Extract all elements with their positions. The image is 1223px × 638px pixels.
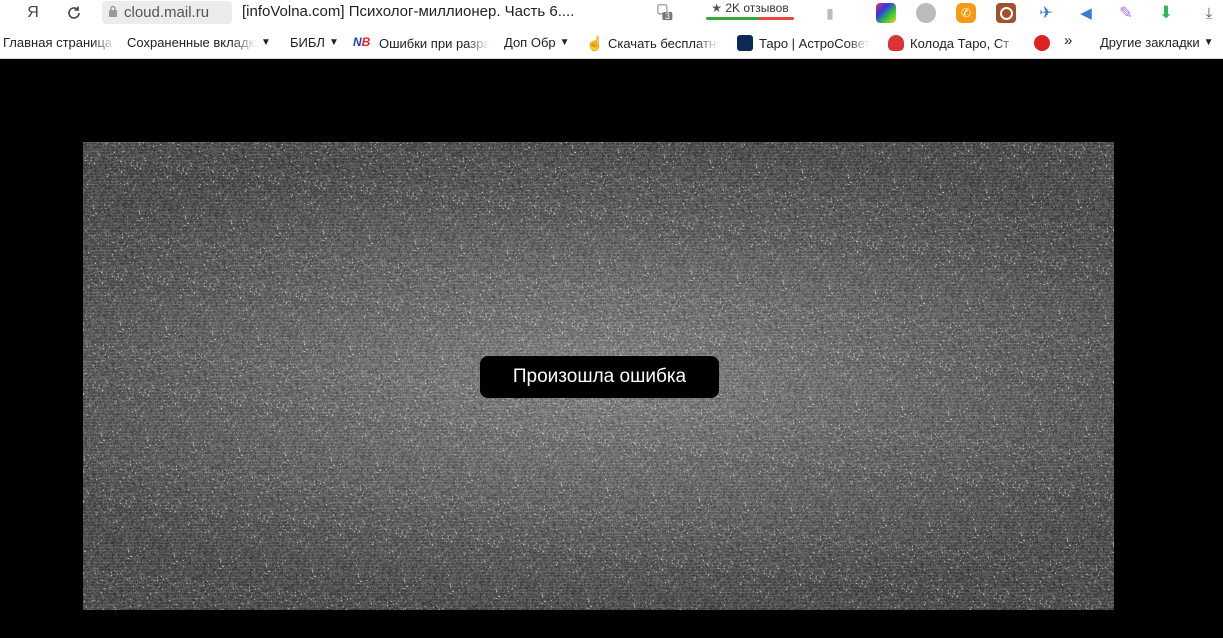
reviews-rating-bar	[706, 17, 794, 20]
chevron-down-icon: ▼	[328, 37, 339, 48]
hand-icon: ☝	[586, 35, 604, 51]
lock-icon	[108, 5, 118, 20]
bookmark-item[interactable]: Главная страница	[3, 35, 115, 50]
chevron-down-icon: ▼	[559, 37, 570, 48]
bookmarks-bar: Главная страница Сохраненные вкладки ▼ Б…	[0, 26, 1223, 59]
star-icon: ★	[711, 1, 723, 15]
feather-extension-icon[interactable]: ✎	[1116, 3, 1136, 23]
browser-toolbar: Я cloud.mail.ru [infoVolna.com] Психолог…	[0, 0, 1223, 26]
bookmark-label: Доп Обр	[504, 35, 556, 50]
bookmark-item[interactable]	[1034, 35, 1056, 51]
astro-icon	[737, 35, 753, 51]
globe-extension-icon[interactable]	[916, 3, 936, 23]
chevron-down-icon: ▼	[261, 37, 271, 48]
bookmark-item[interactable]: Колода Таро, Ст	[888, 35, 1026, 51]
instagram-extension-icon[interactable]	[996, 3, 1016, 23]
reload-glyph	[68, 6, 80, 19]
bookmark-folder[interactable]: БИБЛ ▼	[290, 35, 342, 50]
page-title: [infoVolna.com] Психолог-миллионер. Част…	[242, 3, 575, 20]
bookmark-item[interactable]: ☝ Скачать бесплатно	[586, 35, 724, 51]
error-message-box: Произошла ошибка	[480, 356, 719, 398]
yandex-logo-text: Я	[27, 4, 39, 21]
download-arrow-extension-icon[interactable]: ⬇	[1156, 3, 1176, 23]
bookmark-folder[interactable]: Сохраненные вкладки ▼	[127, 35, 275, 50]
reviews-label: 2K отзывов	[725, 1, 789, 15]
other-bookmarks-folder[interactable]: Другие закладки ▼	[1100, 35, 1222, 50]
bookmark-label: Колода Таро, Ст	[910, 35, 1010, 51]
bookmark-folder[interactable]: Доп Обр ▼	[504, 35, 574, 50]
bookmark-label: Скачать бесплатно	[608, 35, 718, 51]
yandex-logo-icon[interactable]: Я	[22, 2, 44, 24]
tarot-deck-icon	[888, 35, 904, 51]
bookmark-label: Таро | АстроСовет	[759, 35, 869, 51]
address-bar[interactable]: cloud.mail.ru	[102, 1, 232, 24]
bookmark-item[interactable]: Таро | АстроСовет	[737, 35, 875, 51]
video-player[interactable]: Произошла ошибка	[83, 142, 1114, 610]
red-circle-icon	[1034, 35, 1050, 51]
chevron-down-icon: ▼	[1203, 37, 1214, 48]
sound-extension-icon[interactable]: ◀	[1076, 3, 1096, 23]
bookmark-label: Главная страница	[3, 35, 113, 50]
tabs-counter-icon[interactable]: 3	[656, 2, 676, 22]
bookmark-label: Сохраненные вкладки	[127, 35, 257, 50]
tabs-count: 3	[665, 11, 671, 21]
nb-logo-icon: NB	[353, 35, 371, 49]
reviews-button[interactable]: ★ 2K отзывов	[706, 1, 794, 20]
url-text: cloud.mail.ru	[124, 4, 210, 21]
whatsapp-extension-icon[interactable]: ✆	[956, 3, 976, 23]
more-bookmarks-chevron-icon[interactable]: »	[1064, 32, 1072, 49]
bookmark-label: БИБЛ	[290, 35, 325, 50]
bookmark-item[interactable]: NB Ошибки при разработке	[353, 35, 491, 51]
airplane-extension-icon[interactable]: ✈	[1036, 3, 1056, 23]
bookmark-icon[interactable]: ▮	[820, 3, 840, 23]
reload-icon[interactable]	[63, 2, 85, 24]
bookmark-label: Другие закладки	[1100, 35, 1200, 50]
error-message-text: Произошла ошибка	[512, 366, 687, 387]
page-viewport: Произошла ошибка	[0, 59, 1223, 638]
color-picker-extension-icon[interactable]	[876, 3, 896, 23]
downloads-icon[interactable]: ⤓	[1199, 3, 1219, 23]
bookmark-label: Ошибки при разработке	[379, 35, 489, 51]
